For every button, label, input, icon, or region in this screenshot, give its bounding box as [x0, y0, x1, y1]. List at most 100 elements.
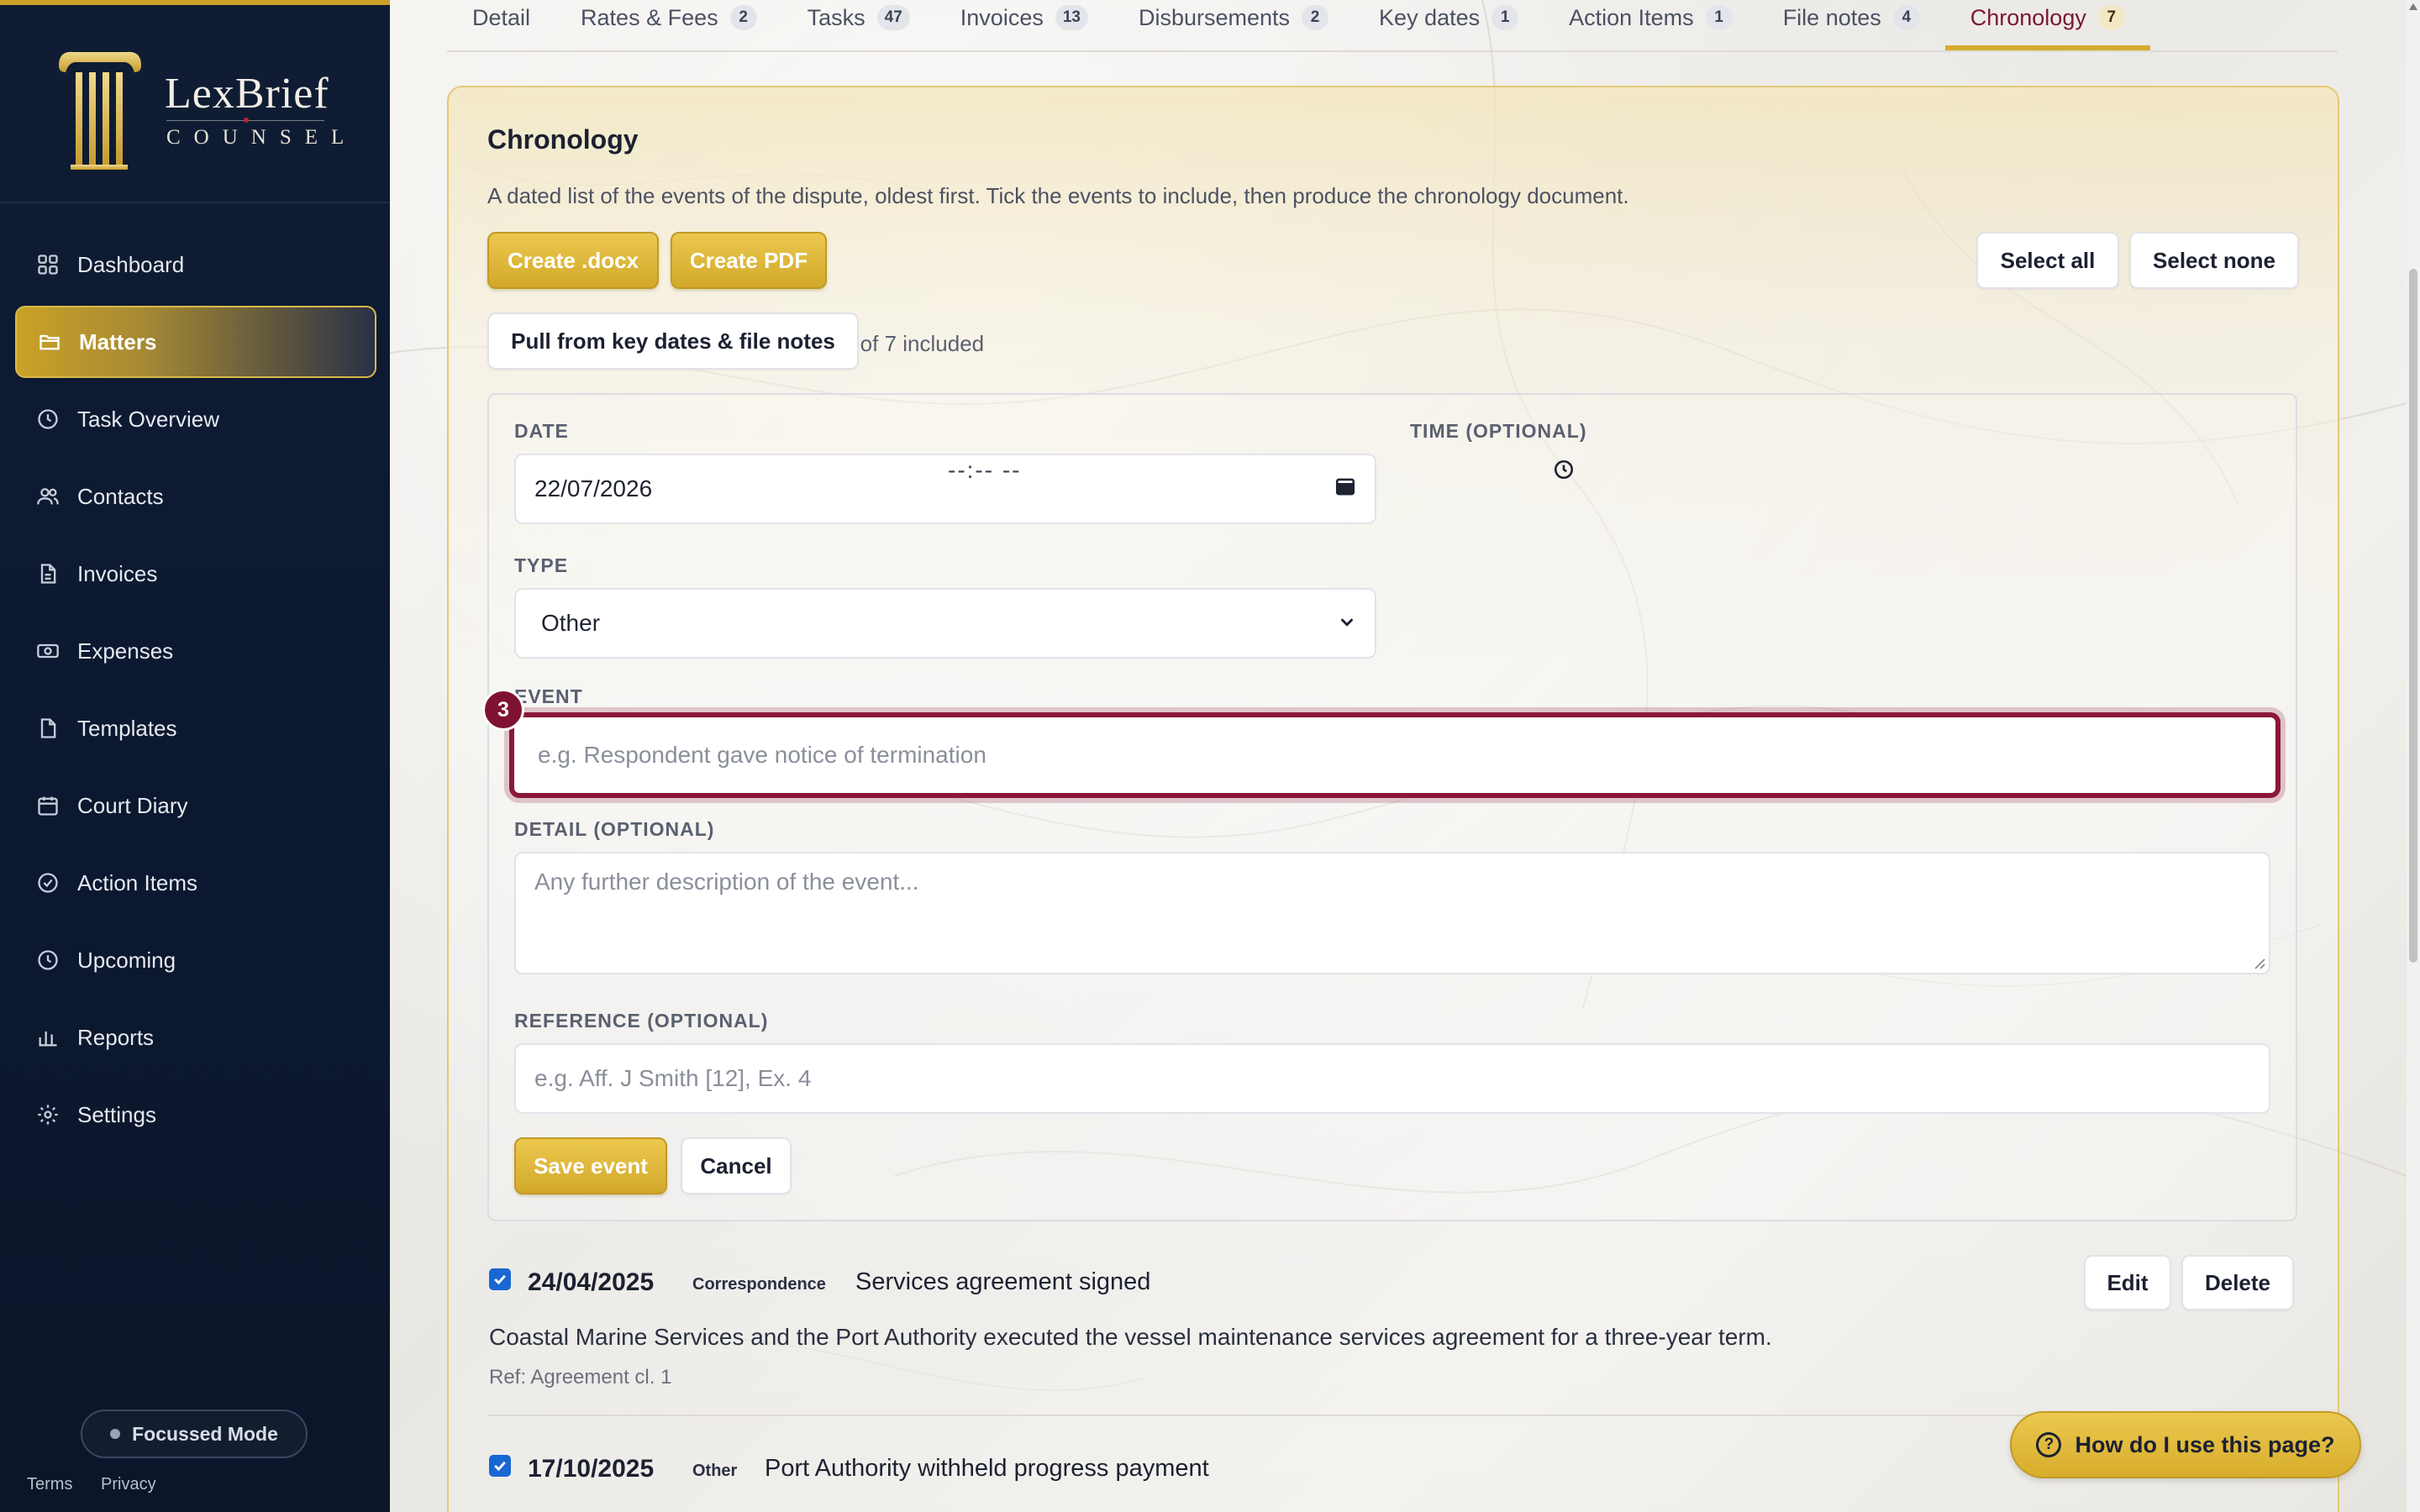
- clock-icon[interactable]: [1553, 459, 1575, 485]
- tab-disbursements[interactable]: Disbursements 2: [1113, 0, 1354, 50]
- sidebar-item-label: Task Overview: [77, 406, 220, 432]
- create-pdf-button[interactable]: Create PDF: [671, 232, 827, 289]
- tab-count-badge: 2: [729, 5, 757, 30]
- date-label: DATE: [514, 420, 569, 442]
- tab-label: Disbursements: [1138, 5, 1291, 30]
- sidebar-item-action-items[interactable]: Action Items: [15, 847, 376, 919]
- brand-subtitle: COUNSEL: [166, 126, 358, 149]
- terms-link[interactable]: Terms: [27, 1475, 72, 1494]
- event-input[interactable]: e.g. Respondent gave notice of terminati…: [509, 712, 2281, 798]
- tab-chronology[interactable]: Chronology 7: [1944, 0, 2150, 50]
- chronology-card: Chronology A dated list of the events of…: [447, 86, 2339, 1512]
- reference-input[interactable]: e.g. Aff. J Smith [12], Ex. 4: [514, 1043, 2270, 1114]
- section-title: Chronology: [487, 124, 639, 155]
- delete-button[interactable]: Delete: [2181, 1255, 2294, 1310]
- resize-handle-icon[interactable]: [2252, 956, 2265, 969]
- calendar-icon[interactable]: [1334, 475, 1356, 503]
- edit-button[interactable]: Edit: [2084, 1255, 2171, 1310]
- select-all-button[interactable]: Select all: [1976, 232, 2119, 289]
- tab-count-badge: 2: [1302, 5, 1329, 30]
- matter-tabs: Detail Rates & Fees 2 Tasks 47 Invoices 13 …: [447, 0, 2338, 52]
- save-event-button[interactable]: Save event: [514, 1137, 667, 1194]
- sidebar-item-task-overview[interactable]: Task Overview: [15, 383, 376, 455]
- entry-title: Services agreement signed: [855, 1268, 1151, 1295]
- sidebar-item-matters[interactable]: Matters: [15, 306, 376, 378]
- time-label: TIME (OPTIONAL): [1410, 420, 1587, 442]
- tab-count-badge: 1: [1491, 5, 1519, 30]
- tab-file-notes[interactable]: File notes 4: [1758, 0, 1945, 50]
- reference-placeholder: e.g. Aff. J Smith [12], Ex. 4: [534, 1065, 812, 1091]
- tab-rates-fees[interactable]: Rates & Fees 2: [555, 0, 782, 50]
- sidebar-item-dashboard[interactable]: Dashboard: [15, 228, 376, 301]
- brand-dot: [244, 118, 249, 123]
- tab-detail[interactable]: Detail: [447, 0, 555, 50]
- select-none-button[interactable]: Select none: [2129, 232, 2299, 289]
- reference-label: REFERENCE (OPTIONAL): [514, 1010, 769, 1032]
- entry-reference: Ref: Agreement cl. 1: [489, 1366, 672, 1389]
- grid-icon: [35, 252, 60, 277]
- sidebar-item-settings[interactable]: Settings: [15, 1079, 376, 1151]
- sidebar-item-label: Matters: [79, 328, 157, 354]
- help-button[interactable]: ? How do I use this page?: [2010, 1411, 2361, 1478]
- tab-label: Tasks: [807, 5, 865, 30]
- tab-label: File notes: [1782, 5, 1881, 30]
- gear-icon: [35, 1102, 60, 1127]
- sidebar-item-invoices[interactable]: Invoices: [15, 538, 376, 610]
- sidebar-item-templates[interactable]: Templates: [15, 692, 376, 764]
- bar-chart-icon: [35, 1025, 60, 1050]
- folder-icon: [37, 329, 62, 354]
- tab-invoices[interactable]: Invoices 13: [935, 0, 1113, 50]
- detail-placeholder: Any further description of the event...: [534, 869, 919, 895]
- tab-key-dates[interactable]: Key dates 1: [1354, 0, 1544, 50]
- page-scrollbar[interactable]: [2407, 0, 2420, 1512]
- detail-textarea[interactable]: Any further description of the event...: [514, 852, 2270, 974]
- footer-links: Terms Privacy: [27, 1475, 180, 1494]
- date-input[interactable]: 22/07/2026: [514, 454, 1376, 524]
- entry-detail: Coastal Marine Services and the Port Aut…: [489, 1324, 1772, 1350]
- sidebar-item-label: Action Items: [77, 869, 198, 895]
- sidebar-item-label: Settings: [77, 1101, 156, 1127]
- create-docx-button[interactable]: Create .docx: [487, 232, 659, 289]
- tab-count-badge: 13: [1055, 5, 1088, 30]
- brand[interactable]: LexBrief COUNSEL: [0, 10, 390, 203]
- sidebar: LexBrief COUNSEL Dashboard Matters Task …: [0, 0, 390, 1512]
- privacy-link[interactable]: Privacy: [101, 1475, 156, 1494]
- cancel-button[interactable]: Cancel: [681, 1137, 792, 1194]
- pull-from-key-dates-button[interactable]: Pull from key dates & file notes: [487, 312, 859, 370]
- file-icon: [35, 716, 60, 741]
- tab-action-items[interactable]: Action Items 1: [1544, 0, 1758, 50]
- tab-count-badge: 4: [1892, 5, 1920, 30]
- entry-include-checkbox[interactable]: [489, 1268, 511, 1290]
- detail-label: DETAIL (OPTIONAL): [514, 818, 715, 840]
- checkmark-icon: [494, 1274, 506, 1285]
- step-badge: 3: [482, 689, 524, 731]
- sidebar-item-court-diary[interactable]: Court Diary: [15, 769, 376, 842]
- brand-name: LexBrief: [165, 70, 329, 118]
- scroll-up-arrow-icon[interactable]: [2409, 3, 2417, 10]
- sidebar-item-label: Expenses: [77, 638, 174, 664]
- included-count: 5 of 7 included: [842, 331, 985, 356]
- sidebar-item-label: Reports: [77, 1024, 155, 1050]
- type-select[interactable]: Other: [514, 588, 1376, 659]
- tab-label: Detail: [472, 5, 531, 30]
- time-input[interactable]: --:-- --: [948, 457, 1022, 484]
- document-icon: [35, 561, 60, 586]
- entry-date: 24/04/2025: [528, 1268, 655, 1296]
- focussed-mode-label: Focussed Mode: [132, 1422, 278, 1445]
- sidebar-item-contacts[interactable]: Contacts: [15, 460, 376, 533]
- status-dot-icon: [110, 1429, 121, 1439]
- focussed-mode-button[interactable]: Focussed Mode: [81, 1410, 308, 1458]
- pillar-logo-icon: [59, 51, 141, 170]
- scrollbar-thumb[interactable]: [2409, 269, 2417, 963]
- entry-divider: [487, 1415, 2294, 1416]
- users-icon: [35, 484, 60, 509]
- chevron-down-icon: [1338, 610, 1356, 637]
- sidebar-item-label: Contacts: [77, 483, 164, 509]
- sidebar-item-reports[interactable]: Reports: [15, 1001, 376, 1074]
- sidebar-item-expenses[interactable]: Expenses: [15, 615, 376, 687]
- tab-tasks[interactable]: Tasks 47: [782, 0, 935, 50]
- tab-count-badge: 7: [2097, 5, 2125, 30]
- entry-title: Port Authority withheld progress payment: [765, 1455, 1209, 1482]
- sidebar-item-upcoming[interactable]: Upcoming: [15, 924, 376, 996]
- entry-include-checkbox[interactable]: [489, 1455, 511, 1477]
